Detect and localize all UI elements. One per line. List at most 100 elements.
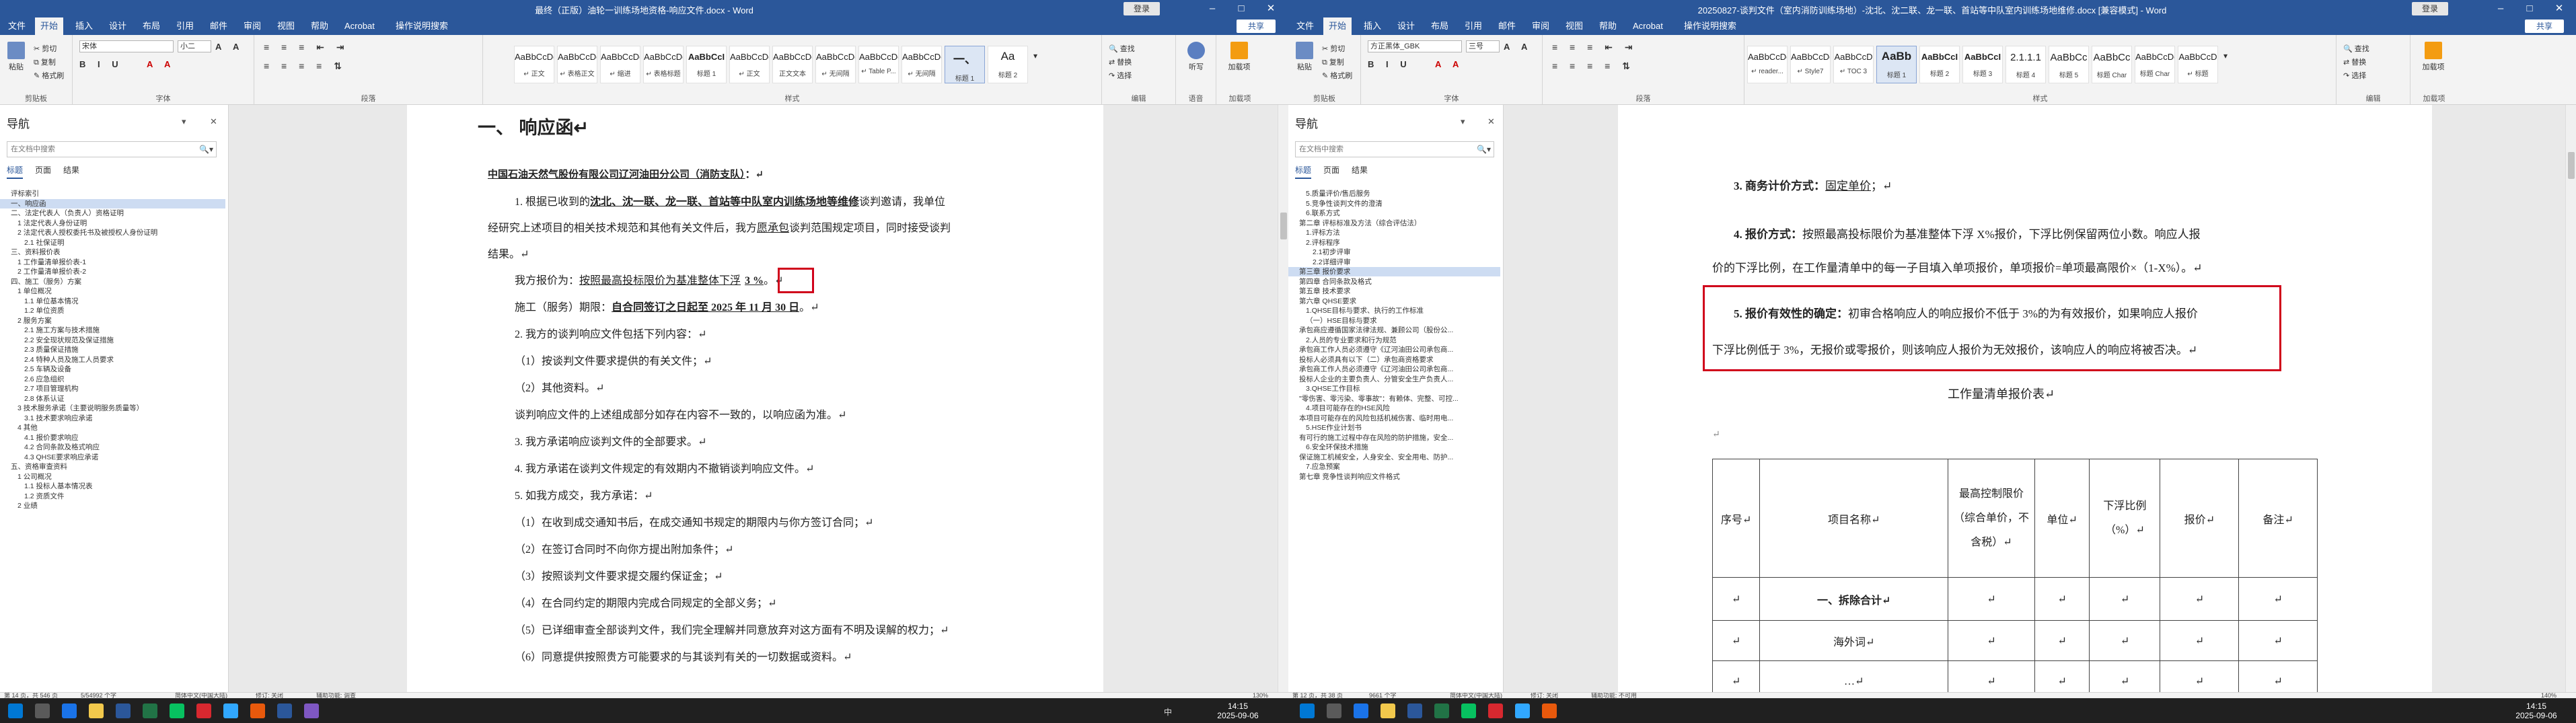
tab-acrobat[interactable]: Acrobat [1627,17,1668,35]
photoshop-icon[interactable] [223,703,238,718]
style-gallery-item[interactable]: AaBbCcD ↵ 标题 [2178,46,2218,83]
style-gallery-item[interactable]: AaBbCcDc ↵ 无间隔 [901,46,942,83]
nav-heading-item[interactable]: 2.评标程序 [1288,238,1500,248]
nav-heading-item[interactable]: 有可行的施工过程中存在风险的防护措施，安全... [1288,433,1500,443]
table-cell[interactable]: ↵ [2089,620,2161,661]
table-cell[interactable]: ↵ [2089,660,2161,692]
tab-help[interactable]: 帮助 [305,17,334,35]
style-gallery-item[interactable]: AaBbCcI 标题 1 [686,46,727,83]
nav-close-icon[interactable]: ✕ [1487,116,1495,127]
nav-heading-item[interactable]: 2.4 特种人员及施工人员要求 [0,355,225,365]
tab-review[interactable]: 审阅 [1526,17,1555,35]
style-gallery-item[interactable]: AaBbCcD ↵ TOC 3 [1833,46,1874,83]
nav-heading-item[interactable]: （一）HSE目标与要求 [1288,316,1500,326]
maximize-icon[interactable]: □ [1227,0,1255,17]
addins-button[interactable]: 加载项 [2420,42,2447,72]
style-gallery-item[interactable]: AaBbCcDc ↵ 无间隔 [815,46,856,83]
ime-indicator[interactable]: 中 [1164,706,1172,718]
nav-heading-item[interactable]: 2.2详细评审 [1288,258,1500,267]
list-buttons[interactable]: ≡ ≡ ≡ ⇤ ⇥ [1552,42,1637,53]
word-icon[interactable] [277,703,292,718]
nav-heading-item[interactable]: 投标人企业的主要负责人、分管安全生产负责人... [1288,375,1500,384]
search-icon[interactable] [1327,703,1341,718]
style-gallery-item[interactable]: AaBbCcDc 正文文本 [772,46,813,83]
select-button[interactable]: ↷ 选择 [2343,70,2366,81]
style-gallery-item[interactable]: AaBbCc 标题 Char [2092,46,2132,83]
folder-icon[interactable] [89,703,104,718]
nav-heading-item[interactable]: 4 其他 [0,423,225,432]
document-page[interactable]: 一、 响应函↵ 中国石油天然气股份有限公司辽河油田分公司（消防支队）：↵ 1. … [407,105,1103,692]
style-gallery-item[interactable]: AaBbCcI 标题 2 [1919,46,1960,83]
styles-more-icon[interactable]: ▾ [1033,51,1037,61]
table-cell[interactable]: ↵ [2160,620,2240,661]
alignment-buttons[interactable]: ≡ ≡ ≡ ≡ ⇅ [1552,61,1635,72]
nav-heading-item[interactable]: 7.应急预案 [1288,462,1500,471]
replace-button[interactable]: ⇄ 替换 [1109,56,1132,67]
nav-heading-item[interactable]: 1 工作量清单报价表-1 [0,258,225,267]
nav-heading-item[interactable]: 本项目可能存在的风险包括机械伤害、临时用电... [1288,414,1500,423]
nav-heading-item[interactable]: 1.评标方法 [1288,228,1500,237]
nav-heading-item[interactable]: "零伤害、零污染、零事故"：有赖体、完整、可控... [1288,394,1500,404]
table-cell[interactable]: ↵ [2238,660,2318,692]
table-cell[interactable]: ↵ [2034,620,2090,661]
style-gallery-item[interactable]: AaBbCcI 标题 3 [1962,46,2003,83]
nav-heading-item[interactable]: 承包商应遵循国家法律法规、兼顾公司（股份公... [1288,326,1500,335]
nav-heading-item[interactable]: 2.6 应急组织 [0,375,225,384]
nav-search-input[interactable]: 在文档中搜索 🔍▾ [1295,141,1494,157]
tab-layout[interactable]: 布局 [1426,17,1454,35]
nav-heading-item[interactable]: 2.7 项目管理机构 [0,384,225,393]
tab-home[interactable]: 开始 [1323,17,1352,35]
table-cell[interactable]: ↵ [1948,577,2035,621]
cut-button[interactable]: ✂ 剪切 [34,43,57,54]
pdf-icon[interactable] [1488,703,1503,718]
styles-more-icon[interactable]: ▾ [2223,51,2228,61]
bold-italic-underline-buttons[interactable]: B I U [79,59,123,69]
nav-heading-item[interactable]: 4.3 QHSE要求响应承诺 [0,453,225,462]
start-icon[interactable] [8,703,23,718]
vertical-scrollbar[interactable] [1278,105,1288,692]
nav-heading-item[interactable]: 4.2 合同条款及格式响应 [0,443,225,452]
grow-shrink-buttons[interactable]: A A [1504,42,1532,52]
browser-icon[interactable] [1354,703,1368,718]
style-gallery-item[interactable]: AaBbCcDc ↵ 表格标题 [643,46,684,83]
tab-view[interactable]: 视图 [272,17,300,35]
close-icon[interactable]: ✕ [2545,0,2573,17]
nav-heading-item[interactable]: 第七章 竞争性谈判响应文件格式 [1288,472,1500,482]
status-words[interactable]: 5/54992 个字 [81,693,116,698]
excel-icon[interactable] [1434,703,1449,718]
find-button[interactable]: 🔍 查找 [1109,43,1135,54]
nav-heading-item[interactable]: 2.3 质量保证措施 [0,345,225,354]
wechat-icon[interactable] [170,703,184,718]
photoshop-icon[interactable] [1515,703,1530,718]
tab-references[interactable]: 引用 [1459,17,1487,35]
scrollbar-thumb[interactable] [2568,152,2575,179]
replace-button[interactable]: ⇄ 替换 [2343,56,2366,67]
maximize-icon[interactable]: □ [2515,0,2544,17]
style-gallery-item[interactable]: Aa 标题 2 [988,46,1028,83]
nav-heading-item[interactable]: 三、资料报价表 [0,248,225,257]
nav-tab-pages[interactable]: 页面 [35,164,51,178]
nav-heading-item[interactable]: 2.2 安全现状规范及保证措施 [0,336,225,345]
nav-heading-item[interactable]: 6.安全环保技术措施 [1288,443,1500,452]
nav-heading-item[interactable]: 2.5 车辆及设备 [0,365,225,374]
excel-icon[interactable] [143,703,157,718]
folder-icon[interactable] [1381,703,1395,718]
table-cell[interactable]: 海外词↵ [1759,620,1949,661]
nav-heading-item[interactable]: 1.1 投标人基本情况表 [0,482,225,491]
minimize-icon[interactable]: – [1198,0,1226,17]
nav-heading-item[interactable]: 1 单位概况 [0,287,225,296]
pdf-icon[interactable] [196,703,211,718]
nav-heading-item[interactable]: 第六章 QHSE要求 [1288,297,1500,306]
tab-layout[interactable]: 布局 [137,17,165,35]
grow-shrink-buttons[interactable]: A A [215,42,244,52]
nav-heading-item[interactable]: 第五章 技术要求 [1288,287,1500,296]
status-accessibility[interactable]: 辅助功能: 调查 [316,693,356,698]
tab-home[interactable]: 开始 [35,17,64,35]
search-icon[interactable]: 🔍▾ [199,142,213,157]
table-cell[interactable]: ↵ [2034,577,2090,621]
nav-heading-item[interactable]: 2.人员的专业要求和行为规范 [1288,336,1500,345]
app-icon[interactable] [1542,703,1557,718]
table-cell[interactable]: ↵ [2089,577,2161,621]
nav-heading-item[interactable]: 2 业绩 [0,501,225,510]
table-cell[interactable]: ↵ [2160,660,2240,692]
